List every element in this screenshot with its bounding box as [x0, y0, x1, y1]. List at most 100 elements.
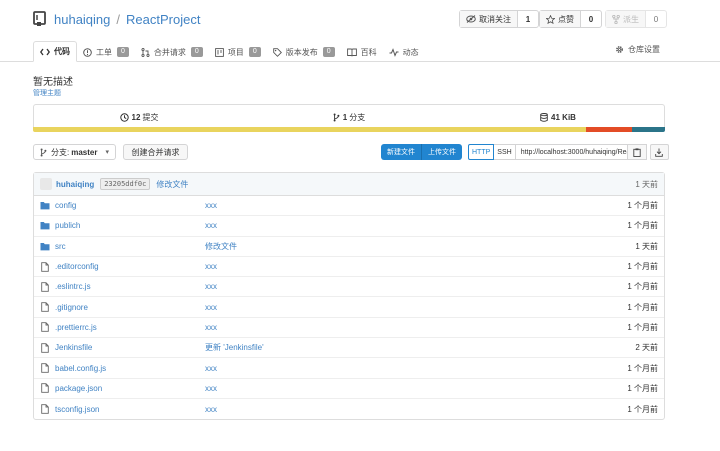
file-commit-message-link[interactable]: xxx [205, 303, 217, 312]
tab-code[interactable]: 代码 [33, 41, 77, 62]
star-button[interactable]: 点赞 [540, 11, 581, 27]
fork-button[interactable]: 派生 [606, 11, 646, 27]
tab-releases[interactable]: 版本发布 0 [267, 42, 341, 62]
eye-slash-icon [466, 15, 476, 23]
clipboard-icon [633, 147, 641, 157]
tab-label: 动态 [402, 47, 419, 57]
file-icon [40, 261, 50, 272]
branch-dropdown[interactable]: 分支: master ▾ [33, 144, 116, 160]
file-icon [40, 322, 50, 333]
download-icon [655, 148, 663, 157]
tab-pull-requests[interactable]: 合并请求 0 [135, 42, 209, 62]
file-commit-message-link[interactable]: xxx [205, 262, 217, 271]
star-count[interactable]: 0 [581, 11, 601, 27]
file-name-link[interactable]: Jenkinsfile [55, 343, 205, 352]
file-commit-message-link[interactable]: xxx [205, 323, 217, 332]
commit-sha-label[interactable]: 23205ddf0c [100, 178, 151, 190]
download-button[interactable] [649, 144, 669, 160]
file-commit-message-link[interactable]: xxx [205, 384, 217, 393]
tab-wiki[interactable]: 百科 [341, 42, 383, 62]
commit-author-link[interactable]: huhaiqing [56, 180, 94, 189]
branches-label: 分支 [349, 113, 366, 122]
file-commit-time: 1 天前 [635, 241, 658, 251]
settings-label: 仓库设置 [628, 45, 660, 54]
tab-issues[interactable]: 工单 0 [77, 42, 135, 62]
project-icon [214, 47, 224, 57]
file-commit-message-link[interactable]: 修改文件 [205, 241, 237, 252]
clone-http-tab[interactable]: HTTP [468, 144, 495, 160]
file-name-link[interactable]: publich [55, 221, 205, 230]
file-row: config xxx 1 个月前 [34, 196, 664, 217]
branch-icon [40, 148, 47, 156]
book-icon [346, 48, 357, 56]
commit-message-link[interactable]: 修改文件 [156, 179, 188, 190]
file-name-link[interactable]: tsconfig.json [55, 405, 205, 414]
file-commit-message-link[interactable]: xxx [205, 364, 217, 373]
file-row: babel.config.js xxx 1 个月前 [34, 358, 664, 379]
tab-count-badge: 0 [248, 47, 261, 57]
fork-group: 派生 0 [605, 10, 667, 28]
database-icon [540, 113, 548, 122]
star-icon [546, 14, 555, 24]
file-name-link[interactable]: src [55, 242, 205, 251]
fork-label: 派生 [623, 14, 639, 24]
folder-icon [40, 201, 50, 211]
file-commit-time: 1 个月前 [627, 302, 658, 312]
file-commit-message-link[interactable]: xxx [205, 282, 217, 291]
file-commit-time: 2 天前 [635, 343, 658, 353]
repo-owner-link[interactable]: huhaiqing [54, 12, 110, 27]
file-commit-time: 1 个月前 [627, 282, 658, 292]
file-name-link[interactable]: .prettierrc.js [55, 323, 205, 332]
branch-prefix: 分支: [51, 147, 70, 157]
file-name-link[interactable]: package.json [55, 384, 205, 393]
unwatch-button[interactable]: 取消关注 [460, 11, 518, 27]
folder-icon [40, 221, 50, 231]
file-commit-message-link[interactable]: xxx [205, 405, 217, 414]
latest-commit-row: huhaiqing 23205ddf0c 修改文件 1 天前 [34, 173, 664, 196]
fork-count[interactable]: 0 [646, 11, 666, 27]
file-row: tsconfig.json xxx 1 个月前 [34, 399, 664, 419]
tab-activity[interactable]: 动态 [383, 42, 425, 62]
file-name-link[interactable]: babel.config.js [55, 364, 205, 373]
tab-label: 合并请求 [153, 47, 186, 57]
tab-settings[interactable]: 仓库设置 [615, 44, 660, 55]
file-name-link[interactable]: .editorconfig [55, 262, 205, 271]
branch-name: master [71, 147, 98, 157]
copy-url-button[interactable] [627, 144, 647, 160]
repo-name-link[interactable]: ReactProject [126, 12, 200, 27]
file-row: .gitignore xxx 1 个月前 [34, 297, 664, 318]
watch-group: 取消关注 1 [459, 10, 539, 28]
watch-count[interactable]: 1 [518, 11, 538, 27]
folder-icon [40, 241, 50, 251]
file-commit-time: 1 个月前 [627, 322, 658, 332]
new-file-button[interactable]: 新建文件 [381, 144, 421, 160]
repo-icon [33, 11, 46, 26]
file-name-link[interactable]: .gitignore [55, 303, 205, 312]
file-row: package.json xxx 1 个月前 [34, 379, 664, 399]
manage-topics-link[interactable]: 管理主题 [33, 88, 61, 98]
clone-panel: HTTP SSH http://localhost:3000/huhaiqing… [468, 144, 669, 160]
pull-request-icon [141, 47, 150, 57]
tab-projects[interactable]: 项目 0 [209, 42, 267, 62]
file-name-link[interactable]: config [55, 201, 205, 210]
code-icon [40, 48, 50, 55]
file-name-link[interactable]: .eslintrc.js [55, 282, 205, 291]
upload-file-button[interactable]: 上传文件 [421, 144, 462, 160]
file-commit-message-link[interactable]: xxx [205, 201, 217, 210]
file-icon [40, 282, 50, 292]
clone-url-input[interactable]: http://localhost:3000/huhaiqing/ReactPro… [515, 144, 628, 160]
repo-size: 41 KiB [551, 113, 576, 122]
avatar[interactable] [40, 178, 52, 190]
fork-icon [612, 14, 620, 24]
gear-icon [616, 46, 623, 53]
commits-label: 提交 [142, 113, 159, 122]
tab-label: 项目 [227, 47, 244, 57]
file-commit-time: 1 个月前 [627, 363, 658, 373]
file-commit-time: 1 个月前 [627, 262, 658, 272]
file-commit-message-link[interactable]: xxx [205, 221, 217, 230]
file-commit-message-link[interactable]: 更新 'Jenkinsfile' [205, 342, 264, 353]
file-list: config xxx 1 个月前 publich xxx 1 个月前 src 修改文件 1 天前… [34, 196, 664, 419]
new-pull-request-button[interactable]: 创建合并请求 [123, 144, 188, 160]
clone-ssh-tab[interactable]: SSH [494, 144, 516, 160]
tab-label: 版本发布 [285, 47, 318, 57]
